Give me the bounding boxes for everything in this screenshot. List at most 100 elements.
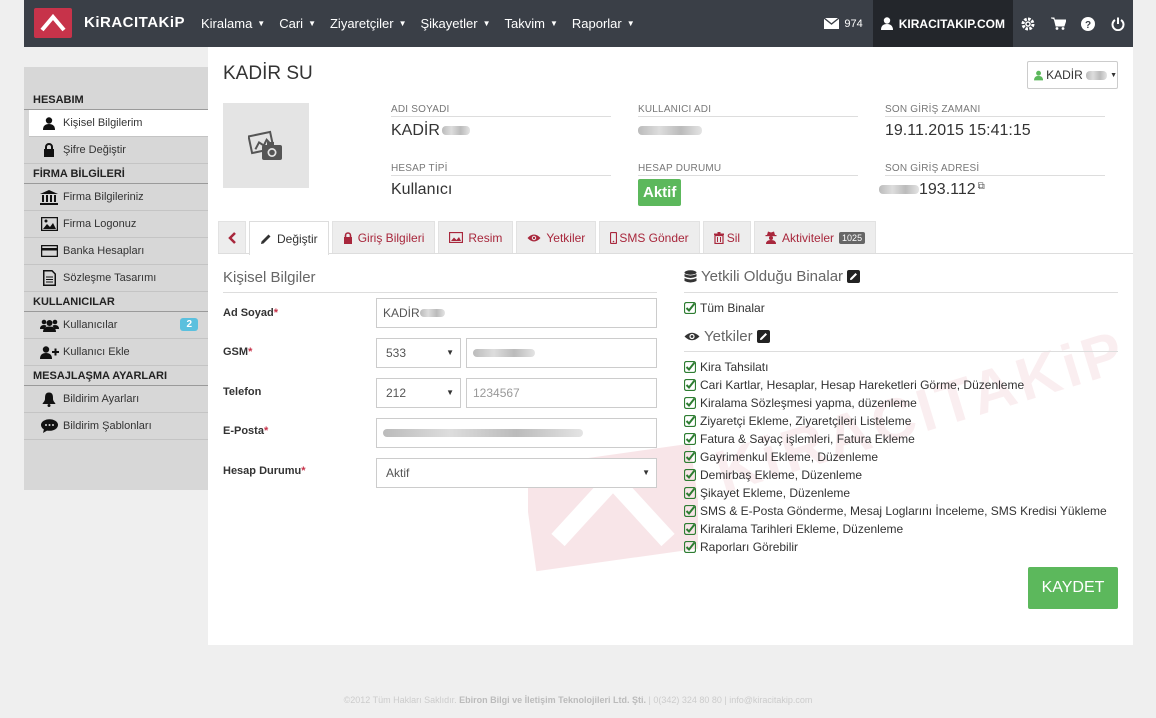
external-link-icon[interactable]: ⧉: [978, 181, 985, 192]
tab-giris-bilgileri[interactable]: Giriş Bilgileri: [331, 221, 436, 253]
sidebar-item-kisisel-bilgilerim[interactable]: Kişisel Bilgilerim: [29, 110, 208, 137]
sidebar-item-firma-logonuz[interactable]: Firma Logonuz: [24, 211, 208, 238]
permission-label: Cari Kartlar, Hesaplar, Hesap Hareketler…: [700, 378, 1025, 392]
sidebar-item-bildirim-sablonlari[interactable]: Bildirim Şablonları: [24, 413, 208, 440]
power-icon[interactable]: [1103, 0, 1133, 47]
lock-icon: [343, 231, 352, 244]
telefon-code-select[interactable]: 212 ▼: [376, 378, 461, 408]
nav-label: Şikayetler: [420, 16, 478, 31]
sidebar-item-label: Bildirim Ayarları: [63, 393, 140, 405]
nav-cari[interactable]: Cari ▼: [272, 0, 323, 47]
tab-resim[interactable]: Resim: [438, 221, 514, 253]
caret-down-icon: ▼: [308, 19, 316, 28]
gsm-code-select[interactable]: 533 ▼: [376, 338, 461, 368]
field-username: KULLANICI ADI: [638, 104, 858, 140]
sidebar-item-label: Kişisel Bilgilerim: [63, 117, 143, 129]
page-title: KADİR SU: [223, 63, 313, 84]
durum-select[interactable]: Aktif ▼: [376, 458, 657, 488]
field-username-label: KULLANICI ADI: [638, 104, 858, 117]
check-square-icon: [684, 451, 696, 463]
question-icon[interactable]: ?: [1073, 0, 1103, 47]
field-account-status: HESAP DURUMU Aktif: [638, 163, 858, 206]
footer-contact[interactable]: | 0(342) 324 80 80 | info@kiracitakip.co…: [649, 695, 813, 705]
redacted-text: [419, 309, 445, 317]
messages-button[interactable]: 974: [814, 18, 872, 30]
tab-label: SMS Gönder: [619, 230, 689, 245]
adsoyad-input[interactable]: KADİR: [376, 298, 657, 328]
tab-back[interactable]: [218, 221, 246, 253]
profile-tabs: Değiştir Giriş Bilgileri Resim Yetkiler …: [218, 221, 1133, 255]
user-dropdown-button[interactable]: KADİR ▼: [1027, 61, 1118, 89]
nav-takvim[interactable]: Takvim ▼: [497, 0, 564, 47]
caret-down-icon: ▼: [482, 19, 491, 28]
top-right-actions: 974 KIRACITAKIP.COM ?: [814, 0, 1133, 47]
nav-sikayetler[interactable]: Şikayetler ▼: [413, 0, 497, 47]
edit-icon[interactable]: [756, 330, 770, 343]
check-square-icon: [684, 487, 696, 499]
permission-label: Demirbaş Ekleme, Düzenleme: [700, 468, 863, 482]
sidebar-item-kullanicilar[interactable]: Kullanıcılar 2: [24, 312, 208, 339]
footer-company: Ebiron Bilgi ve İletişim Teknolojileri L…: [459, 695, 646, 705]
edit-icon[interactable]: [847, 270, 861, 283]
nav-ziyaretciler[interactable]: Ziyaretçiler ▼: [323, 0, 414, 47]
caret-down-icon: ▼: [626, 19, 635, 28]
nav-raporlar[interactable]: Raporlar ▼: [565, 0, 642, 47]
sidebar-item-sozlesme-tasarimi[interactable]: Sözleşme Tasarımı: [24, 265, 208, 292]
footer: ©2012 Tüm Hakları Saklıdır. Ebiron Bilgi…: [0, 695, 1156, 705]
eye-icon: [684, 332, 700, 341]
tab-degistir[interactable]: Değiştir: [249, 221, 329, 255]
permission-label: Kiralama Tarihleri Ekleme, Düzenleme: [700, 522, 904, 536]
nav-kiralama[interactable]: Kiralama ▼: [194, 0, 272, 47]
check-square-icon: [684, 379, 696, 391]
tab-sms-gonder[interactable]: SMS Gönder: [599, 221, 700, 253]
required-marker: *: [263, 425, 269, 437]
sidebar-item-bildirim-ayarlari[interactable]: Bildirim Ayarları: [24, 386, 208, 413]
svg-text:?: ?: [1085, 20, 1091, 31]
user-top-label: KIRACITAKIP.COM: [898, 16, 1005, 31]
user-menu-button[interactable]: KIRACITAKIP.COM: [872, 0, 1013, 47]
gsm-number-input[interactable]: [466, 338, 657, 368]
mobile-icon: [610, 231, 618, 244]
sidebar-item-firma-bilgileriniz[interactable]: Firma Bilgileriniz: [24, 184, 208, 211]
tab-yetkiler[interactable]: Yetkiler: [516, 221, 597, 253]
sidebar-item-banka-hesaplari[interactable]: Banka Hesapları: [24, 238, 208, 265]
sidebar-item-kullanici-ekle[interactable]: Kullanıcı Ekle: [24, 339, 208, 366]
user-dropdown-label: KADİR: [1046, 68, 1083, 82]
permission-item: Gayrimenkul Ekleme, Düzenleme: [684, 450, 878, 464]
gear-icon[interactable]: [1013, 0, 1043, 47]
durum-label: Hesap Durumu*: [223, 465, 306, 477]
sidebar-section-firma: FİRMA BİLGİLERİ: [24, 164, 208, 184]
save-button[interactable]: KAYDET: [1028, 567, 1118, 609]
field-last-ip-text: 193.112: [919, 181, 976, 198]
profile-photo-placeholder[interactable]: [223, 103, 309, 188]
cart-icon[interactable]: [1043, 0, 1073, 47]
caret-down-icon: ▼: [446, 388, 454, 397]
check-square-icon: [684, 415, 696, 427]
tab-aktiviteler[interactable]: Aktiviteler 1025: [754, 221, 877, 253]
redacted-text: [441, 126, 470, 136]
field-last-ip-label: SON GİRİŞ ADRESİ: [885, 163, 1105, 176]
divider: [684, 292, 1118, 293]
caret-down-icon: ▼: [446, 348, 454, 357]
permission-label: Ziyaretçi Ekleme, Ziyaretçileri Listelem…: [700, 414, 912, 428]
field-name-text: KADİR: [391, 122, 440, 139]
eposta-input[interactable]: [376, 418, 657, 448]
telefon-placeholder: 1234567: [473, 386, 520, 400]
redacted-text: [383, 429, 583, 437]
field-name-value: KADİR: [391, 122, 611, 140]
sidebar-item-label: Firma Logonuz: [63, 218, 137, 230]
tab-sil[interactable]: Sil: [702, 221, 752, 253]
brand-logo-icon[interactable]: [34, 8, 72, 38]
perms-title: Yetkiler: [684, 328, 770, 345]
sidebar-section-mesajlasma: MESAJLAŞMA AYARLARI: [24, 366, 208, 386]
brand-name[interactable]: KiRACITAKiP: [84, 14, 185, 31]
telefon-number-input[interactable]: 1234567: [466, 378, 657, 408]
adsoyad-value: KADİR: [383, 306, 420, 320]
building-item: Tüm Binalar: [684, 301, 765, 315]
field-last-login-label: SON GİRİŞ ZAMANI: [885, 104, 1105, 117]
caret-down-icon: ▼: [1110, 71, 1117, 79]
field-account-type: HESAP TİPİ Kullanıcı: [391, 163, 611, 199]
tab-label: Değiştir: [277, 231, 318, 246]
nav-label: Ziyaretçiler: [329, 16, 394, 31]
sidebar-item-sifre-degistir[interactable]: Şifre Değiştir: [24, 137, 208, 164]
